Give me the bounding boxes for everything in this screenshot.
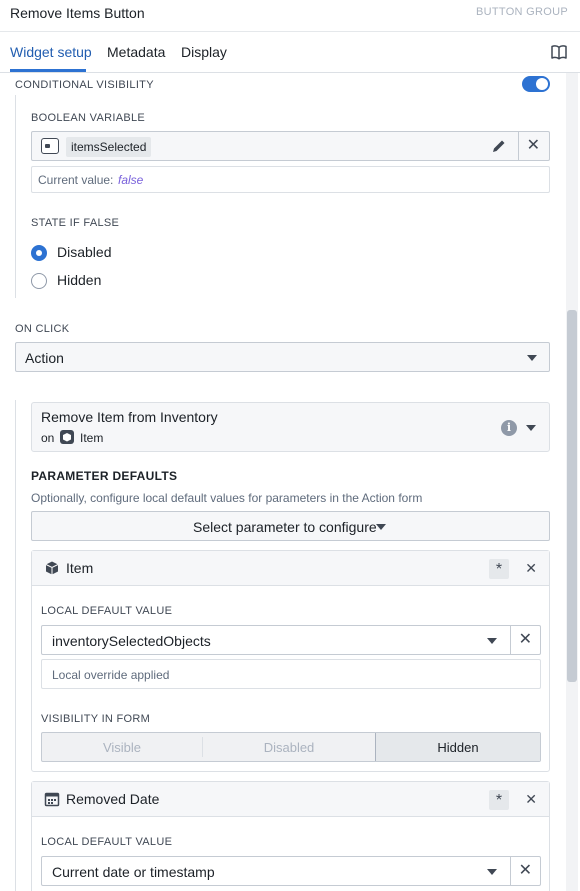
- parameter-card-item: Item * ✕ LOCAL DEFAULT VALUE inventorySe…: [31, 550, 550, 772]
- local-default-value-label: LOCAL DEFAULT VALUE: [41, 836, 173, 848]
- info-icon[interactable]: i: [501, 420, 517, 436]
- visibility-hidden-option[interactable]: Hidden: [375, 733, 540, 761]
- default-value: Current date or timestamp: [52, 864, 215, 880]
- remove-parameter-close-icon[interactable]: ✕: [525, 792, 537, 806]
- radio-disabled[interactable]: [31, 245, 47, 261]
- default-value: inventorySelectedObjects: [52, 633, 211, 649]
- default-value-select[interactable]: Current date or timestamp ✕: [41, 856, 541, 886]
- local-default-value-label: LOCAL DEFAULT VALUE: [41, 605, 173, 617]
- radio-hidden-label[interactable]: Hidden: [57, 272, 101, 288]
- action-indent-line: [15, 400, 16, 891]
- parameter-defaults-description: Optionally, configure local default valu…: [31, 491, 423, 505]
- tab-display[interactable]: Display: [181, 44, 227, 60]
- chevron-down-icon: [487, 638, 497, 644]
- field-divider: [518, 132, 519, 160]
- on-click-label: ON CLICK: [15, 323, 70, 335]
- current-value: false: [118, 173, 144, 187]
- parameter-card-header: Item * ✕: [32, 551, 549, 586]
- chevron-down-icon: [527, 355, 537, 361]
- cube-icon: [60, 430, 74, 444]
- required-asterisk-icon[interactable]: *: [489, 790, 509, 810]
- override-note-box: Local override applied: [41, 659, 541, 689]
- parameter-name: Item: [66, 560, 94, 576]
- radio-hidden[interactable]: [31, 273, 47, 289]
- select-parameter-label: Select parameter to configure: [193, 519, 377, 535]
- action-object-type: Item: [80, 431, 104, 445]
- visibility-visible-option[interactable]: Visible: [42, 733, 202, 761]
- remove-parameter-close-icon[interactable]: ✕: [525, 561, 537, 575]
- header-divider: [0, 31, 580, 32]
- state-if-false-label: STATE IF FALSE: [31, 217, 120, 229]
- radio-disabled-label[interactable]: Disabled: [57, 244, 111, 260]
- chevron-down-icon: [526, 425, 536, 431]
- section-indent-line: [15, 95, 16, 298]
- parameter-defaults-title: PARAMETER DEFAULTS: [31, 469, 178, 483]
- action-name: Remove Item from Inventory: [41, 409, 218, 425]
- calendar-icon: [44, 791, 60, 807]
- on-click-value: Action: [25, 350, 64, 366]
- tab-widget-setup[interactable]: Widget setup: [10, 44, 92, 60]
- action-on-label: on: [41, 431, 55, 445]
- variable-name-tag: itemsSelected: [66, 137, 152, 157]
- parameter-card-header: Removed Date * ✕: [32, 782, 549, 817]
- book-icon[interactable]: [550, 43, 568, 61]
- tabs-divider: [0, 72, 580, 73]
- required-asterisk-icon[interactable]: *: [489, 559, 509, 579]
- conditional-visibility-label: CONDITIONAL VISIBILITY: [15, 79, 154, 91]
- on-click-select[interactable]: Action: [15, 342, 550, 372]
- variable-icon: [41, 138, 59, 154]
- current-value-box: Current value: false: [31, 166, 550, 193]
- scrollbar-thumb[interactable]: [567, 310, 577, 682]
- parameter-card-removed-date: Removed Date * ✕ LOCAL DEFAULT VALUE Cur…: [31, 781, 550, 891]
- chevron-down-icon: [376, 524, 386, 530]
- tab-metadata[interactable]: Metadata: [107, 44, 165, 60]
- clear-default-close-icon[interactable]: ✕: [519, 863, 532, 879]
- boolean-variable-label: BOOLEAN VARIABLE: [31, 112, 146, 124]
- boolean-variable-field[interactable]: itemsSelected ✕: [31, 131, 550, 161]
- select-parameter-button[interactable]: Select parameter to configure: [31, 511, 550, 541]
- field-divider: [510, 626, 511, 654]
- visibility-in-form-label: VISIBILITY IN FORM: [41, 713, 151, 725]
- toggle-knob: [536, 78, 548, 90]
- panel-title: Remove Items Button: [10, 5, 145, 21]
- parameter-name: Removed Date: [66, 791, 160, 807]
- edit-pencil-icon[interactable]: [491, 138, 507, 154]
- widget-type-label: BUTTON GROUP: [475, 6, 568, 18]
- override-note: Local override applied: [52, 668, 170, 682]
- chevron-down-icon: [487, 869, 497, 875]
- conditional-visibility-toggle[interactable]: [522, 76, 550, 92]
- field-divider: [510, 857, 511, 885]
- default-value-select[interactable]: inventorySelectedObjects ✕: [41, 625, 541, 655]
- cube-icon: [44, 560, 60, 576]
- visibility-segmented-control: Visible Disabled Hidden: [41, 732, 541, 762]
- current-value-label: Current value:: [38, 173, 114, 187]
- variable-icon-mark: [45, 144, 50, 148]
- clear-variable-close-icon[interactable]: ✕: [527, 138, 540, 154]
- clear-default-close-icon[interactable]: ✕: [519, 632, 532, 648]
- visibility-disabled-option[interactable]: Disabled: [203, 733, 375, 761]
- action-selector[interactable]: Remove Item from Inventory on Item i: [31, 402, 550, 452]
